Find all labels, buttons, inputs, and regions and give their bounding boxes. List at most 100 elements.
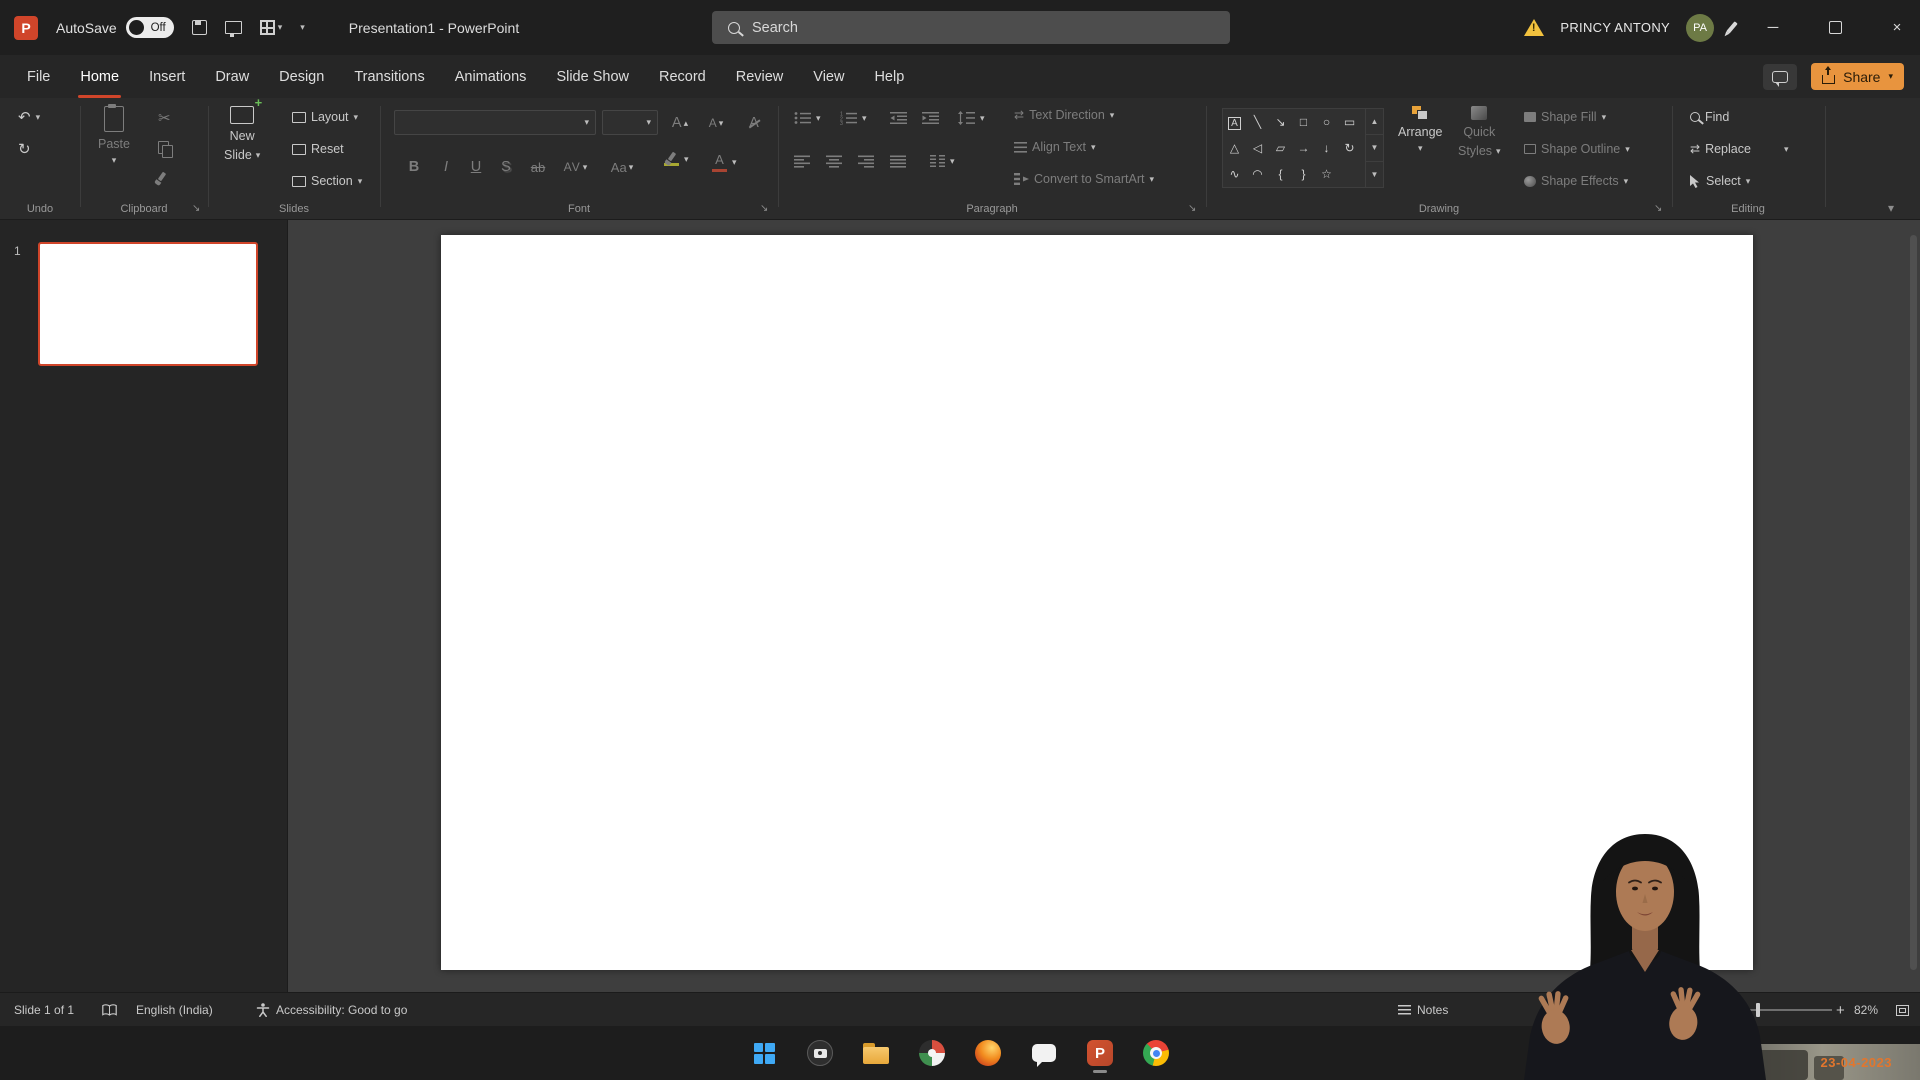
maximize-button[interactable] xyxy=(1812,0,1858,55)
strikethrough-button[interactable]: ab xyxy=(524,154,552,180)
tab-animations[interactable]: Animations xyxy=(440,55,542,98)
clear-formatting-button[interactable]: A xyxy=(740,110,768,136)
shape-curve-icon[interactable]: ∿ xyxy=(1223,168,1246,180)
shape-star-icon[interactable]: ☆ xyxy=(1315,168,1338,180)
shape-outline-button[interactable]: Shape Outline ▾ xyxy=(1524,142,1630,156)
start-presenting-button[interactable] xyxy=(225,21,242,34)
text-direction-button[interactable]: ⇄ Text Direction ▾ xyxy=(1014,108,1114,122)
grow-font-button[interactable]: A▴ xyxy=(666,110,694,136)
collapse-ribbon-button[interactable]: ▾ xyxy=(1888,202,1894,214)
reset-button[interactable]: Reset xyxy=(292,142,344,156)
taskbar-powerpoint[interactable]: P xyxy=(1080,1033,1120,1073)
zoom-percentage[interactable]: 82% xyxy=(1854,993,1878,1027)
align-text-button[interactable]: Align Text ▾ xyxy=(1014,140,1096,154)
shape-arrow-line-icon[interactable]: ↘ xyxy=(1269,116,1292,128)
close-button[interactable]: × xyxy=(1874,0,1920,55)
replace-button[interactable]: ⇄ Replace ▾ xyxy=(1690,142,1788,156)
slide-thumbnail[interactable] xyxy=(38,242,258,366)
justify-button[interactable] xyxy=(890,155,906,169)
notes-button[interactable]: Notes xyxy=(1398,993,1448,1027)
font-color-button[interactable]: A ▾ xyxy=(712,152,737,172)
change-case-button[interactable]: Aa▾ xyxy=(608,154,636,180)
slide-layout-button[interactable]: ▾ xyxy=(260,20,283,35)
tab-home[interactable]: Home xyxy=(65,55,134,98)
shape-line-icon[interactable]: ╲ xyxy=(1246,116,1269,128)
shape-right-arrow-icon[interactable]: → xyxy=(1292,142,1315,154)
minimize-button[interactable]: ─ xyxy=(1750,0,1796,55)
select-button[interactable]: Select ▾ xyxy=(1690,174,1750,188)
italic-button[interactable]: I xyxy=(432,154,460,180)
bullets-button[interactable]: ▾ xyxy=(794,111,821,125)
language-status[interactable]: English (India) xyxy=(136,993,213,1027)
pen-mode-icon[interactable] xyxy=(1726,21,1737,34)
shape-down-arrow-icon[interactable]: ↓ xyxy=(1315,142,1338,154)
tab-file[interactable]: File xyxy=(12,55,65,98)
font-dialog-launcher[interactable]: ↘ xyxy=(760,204,768,214)
font-name-combo[interactable]: ▾ xyxy=(394,110,596,135)
bold-button[interactable]: B xyxy=(400,154,428,180)
tab-record[interactable]: Record xyxy=(644,55,721,98)
layout-button[interactable]: Layout ▾ xyxy=(292,110,358,124)
tab-view[interactable]: View xyxy=(798,55,859,98)
comments-button[interactable] xyxy=(1763,64,1797,90)
shape-parallelogram-icon[interactable]: ▱ xyxy=(1269,142,1292,154)
underline-button[interactable]: U xyxy=(462,154,490,180)
align-left-button[interactable] xyxy=(794,155,810,169)
character-spacing-button[interactable]: AV▾ xyxy=(562,154,590,180)
taskbar-chat[interactable] xyxy=(1024,1033,1064,1073)
taskbar-browser-app[interactable] xyxy=(912,1033,952,1073)
warning-icon[interactable] xyxy=(1524,19,1544,36)
customize-quick-access-button[interactable]: ▾ xyxy=(300,23,305,32)
start-button[interactable] xyxy=(744,1033,784,1073)
line-spacing-button[interactable]: ▾ xyxy=(958,111,985,125)
new-slide-button[interactable]: New Slide ▾ xyxy=(224,106,260,163)
shape-triangle-icon[interactable]: △ xyxy=(1223,142,1246,154)
undo-button[interactable]: ↶ ▾ xyxy=(18,110,40,125)
paragraph-dialog-launcher[interactable]: ↘ xyxy=(1188,204,1196,214)
share-button[interactable]: Share ▾ xyxy=(1811,63,1904,90)
copy-button[interactable] xyxy=(158,141,169,154)
shapes-scroll-up-button[interactable]: ▲ xyxy=(1366,109,1383,134)
tab-draw[interactable]: Draw xyxy=(200,55,264,98)
align-right-button[interactable] xyxy=(858,155,874,169)
shape-circular-arrow-icon[interactable]: ↻ xyxy=(1338,142,1361,154)
shape-left-brace-icon[interactable]: { xyxy=(1269,168,1292,180)
section-button[interactable]: Section ▾ xyxy=(292,174,362,188)
paste-button[interactable]: Paste ▾ xyxy=(98,106,130,165)
shape-oval-icon[interactable]: ○ xyxy=(1315,116,1338,128)
shapes-scroll-down-button[interactable]: ▼ xyxy=(1366,134,1383,160)
font-size-combo[interactable]: ▾ xyxy=(602,110,658,135)
tab-transitions[interactable]: Transitions xyxy=(339,55,439,98)
tab-slide-show[interactable]: Slide Show xyxy=(541,55,644,98)
find-button[interactable]: Find xyxy=(1690,110,1729,124)
vertical-scrollbar[interactable] xyxy=(1910,235,1917,970)
search-input[interactable]: Search xyxy=(712,11,1230,44)
account-name[interactable]: PRINCY ANTONY xyxy=(1560,20,1670,35)
autosave-toggle[interactable]: Off xyxy=(126,17,174,38)
save-button[interactable] xyxy=(192,20,207,35)
shape-arc-icon[interactable]: ◠ xyxy=(1246,168,1269,180)
arrange-button[interactable]: Arrange ▾ xyxy=(1398,106,1442,153)
shape-rounded-rectangle-icon[interactable]: ▭ xyxy=(1338,116,1361,128)
shape-effects-button[interactable]: Shape Effects ▾ xyxy=(1524,174,1628,188)
text-shadow-button[interactable]: S xyxy=(492,154,520,180)
columns-button[interactable]: ▾ xyxy=(930,155,955,168)
shape-textbox-icon[interactable]: A xyxy=(1223,116,1246,129)
cut-button[interactable]: ✂ xyxy=(158,111,171,126)
format-painter-button[interactable] xyxy=(158,170,168,185)
tab-review[interactable]: Review xyxy=(721,55,799,98)
quick-styles-button[interactable]: Quick Styles ▾ xyxy=(1458,106,1501,159)
fit-slide-button[interactable] xyxy=(1896,993,1909,1027)
shape-right-brace-icon[interactable]: } xyxy=(1292,168,1315,180)
taskbar-file-explorer[interactable] xyxy=(856,1033,896,1073)
decrease-indent-button[interactable] xyxy=(890,111,907,125)
redo-button[interactable]: ↻ xyxy=(18,142,31,157)
tab-design[interactable]: Design xyxy=(264,55,339,98)
align-center-button[interactable] xyxy=(826,155,842,169)
clipboard-dialog-launcher[interactable]: ↘ xyxy=(192,204,200,214)
taskbar-chrome[interactable] xyxy=(1136,1033,1176,1073)
accessibility-button[interactable]: Accessibility: Good to go xyxy=(256,993,407,1027)
zoom-in-button[interactable]: + xyxy=(1836,993,1845,1027)
increase-indent-button[interactable] xyxy=(922,111,939,125)
text-highlight-color-button[interactable]: ▾ xyxy=(664,152,689,166)
